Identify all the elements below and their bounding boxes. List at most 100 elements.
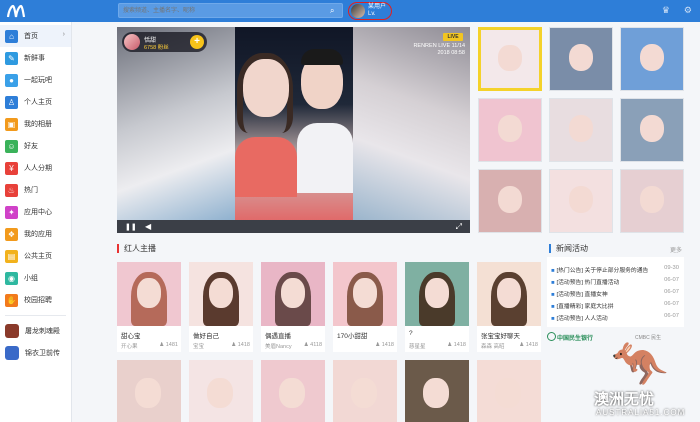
sidebar-item-label: 个人主页 bbox=[24, 99, 52, 106]
sidebar-item-label: 热门 bbox=[24, 187, 38, 194]
sidebar-item-label: 我的相册 bbox=[24, 121, 52, 128]
bullet-icon: ■ bbox=[551, 316, 555, 322]
anchor-cover[interactable] bbox=[477, 360, 541, 422]
user-profile[interactable]: 某用户 Lv. bbox=[348, 2, 392, 20]
anchor-cover[interactable] bbox=[117, 360, 181, 422]
cover-figure bbox=[137, 278, 161, 308]
sidebar-item-home[interactable]: ⌂ 首页 › bbox=[0, 25, 71, 47]
anchor-cover[interactable] bbox=[477, 262, 541, 326]
sidebar-game[interactable]: 锦衣卫前传 bbox=[0, 342, 71, 364]
anchor-cover[interactable] bbox=[405, 360, 469, 422]
anchor-title: ? bbox=[409, 330, 413, 337]
news-item[interactable]: ■ [活动预告] 人人活动 06-07 bbox=[551, 313, 679, 322]
crown-icon[interactable]: ♛ bbox=[662, 5, 670, 16]
hot-anchors-heading: 红人主播 bbox=[117, 243, 156, 254]
search-icon[interactable]: ⌕ bbox=[330, 6, 339, 15]
sidebar-game-label: 屠龙刺魂殿 bbox=[25, 328, 60, 335]
anchor-avatar[interactable] bbox=[124, 34, 140, 50]
news-item[interactable]: ■ [活动预告] 热门直播活动 06-07 bbox=[551, 277, 679, 286]
cover-figure bbox=[353, 278, 377, 308]
viewer-count: ♟ 4118 bbox=[304, 342, 322, 348]
news-item[interactable]: ■ [活动预告] 直播女神 06-07 bbox=[551, 289, 679, 298]
anchor-cover[interactable] bbox=[117, 262, 181, 326]
live-thumbnail[interactable] bbox=[478, 98, 542, 162]
video-figure bbox=[243, 59, 289, 117]
fullscreen-icon[interactable]: ⤢ bbox=[456, 222, 462, 232]
gear-icon[interactable]: ⚙ bbox=[684, 5, 692, 16]
anchor-cover[interactable] bbox=[261, 360, 325, 422]
anchor-cover[interactable] bbox=[333, 360, 397, 422]
thumbnail-figure bbox=[497, 114, 523, 143]
search-input[interactable] bbox=[119, 4, 324, 17]
play-icon: ● bbox=[5, 73, 18, 87]
news-item[interactable]: ■ [热门公告] 关于停止部分服务的通告 09-30 bbox=[551, 265, 679, 274]
player-controls: ❚❚ ◀ ⤢ bbox=[117, 220, 470, 233]
anchor-card-item[interactable]: 张宝宝好聊天 森森 高昭 ♟ 1418 bbox=[477, 262, 541, 352]
heading-bar bbox=[117, 244, 119, 253]
cover-figure bbox=[279, 378, 305, 408]
live-video[interactable] bbox=[235, 27, 353, 220]
anchor-card-item[interactable]: ? 慈星星 ♟ 1418 bbox=[405, 262, 469, 352]
viewer-count: ♟ 1418 bbox=[375, 342, 394, 348]
live-info: RENREN LIVE 11/14 2018 08:58 bbox=[395, 43, 465, 57]
pause-icon[interactable]: ❚❚ bbox=[125, 223, 137, 231]
live-thumbnail[interactable] bbox=[478, 169, 542, 233]
live-thumbnail[interactable] bbox=[549, 169, 613, 233]
album-icon: ▣ bbox=[5, 117, 18, 131]
news-text: [活动预告] 直播女神 bbox=[556, 292, 608, 298]
more-link[interactable]: 更多 bbox=[670, 245, 682, 254]
group-icon: ◉ bbox=[5, 271, 18, 285]
live-thumbnail[interactable] bbox=[620, 27, 684, 91]
live-thumbnail[interactable] bbox=[620, 98, 684, 162]
sidebar-item-album[interactable]: ▣ 我的相册 bbox=[0, 113, 71, 135]
game-guard-icon bbox=[5, 346, 19, 360]
live-thumbnail[interactable] bbox=[549, 98, 613, 162]
anchor-cover[interactable] bbox=[405, 262, 469, 326]
sidebar-game-label: 锦衣卫前传 bbox=[25, 350, 60, 357]
sidebar-item-person[interactable]: ♙ 个人主页 bbox=[0, 91, 71, 113]
sidebar-item-hot[interactable]: ♨ 热门 bbox=[0, 179, 71, 201]
volume-icon[interactable]: ◀ bbox=[145, 222, 151, 231]
sidebar-item-play[interactable]: ● 一起玩吧 bbox=[0, 69, 71, 91]
anchor-cover[interactable] bbox=[189, 360, 253, 422]
cover-figure bbox=[495, 378, 521, 408]
sidebar-item-group[interactable]: ◉ 小组 bbox=[0, 267, 71, 289]
sidebar-item-myapps[interactable]: ❖ 我的应用 bbox=[0, 223, 71, 245]
heading-bar bbox=[549, 244, 551, 253]
video-figure bbox=[297, 123, 353, 193]
sidebar-item-public-page[interactable]: ▤ 公共主页 bbox=[0, 245, 71, 267]
news-date: 06-07 bbox=[664, 313, 679, 319]
anchor-card-item[interactable]: 甜心宝 开心果 ♟ 1481 bbox=[117, 262, 181, 352]
live-thumbnail[interactable] bbox=[620, 169, 684, 233]
sidebar-item-campus[interactable]: ✋ 校园招聘 bbox=[0, 289, 71, 311]
viewer-count-value: 1418 bbox=[453, 342, 466, 348]
avatar[interactable] bbox=[351, 4, 365, 18]
anchor-card-item[interactable]: 170小甜甜 ♟ 1418 bbox=[333, 262, 397, 352]
sidebar-item-news[interactable]: ✎ 新鲜事 bbox=[0, 47, 71, 69]
cover-figure bbox=[351, 378, 377, 408]
live-thumbnail[interactable] bbox=[478, 27, 542, 91]
live-thumbnail[interactable] bbox=[549, 27, 613, 91]
anchor-card[interactable]: 恬甜 6758 粉丝 + bbox=[122, 32, 207, 52]
renren-logo[interactable] bbox=[6, 3, 26, 19]
follow-button[interactable]: + bbox=[190, 35, 204, 49]
viewer-count: ♟ 1418 bbox=[519, 342, 538, 348]
sidebar-item-label: 小组 bbox=[24, 275, 38, 282]
anchor-cover[interactable] bbox=[333, 262, 397, 326]
sidebar-divider bbox=[5, 315, 66, 316]
cover-figure bbox=[209, 278, 233, 308]
anchor-name: 慈星星 bbox=[409, 344, 426, 350]
anchor-cover[interactable] bbox=[189, 262, 253, 326]
sidebar-item-apps[interactable]: ✦ 应用中心 bbox=[0, 201, 71, 223]
thumbnail-figure bbox=[568, 185, 594, 214]
sidebar-item-label: 新鲜事 bbox=[24, 55, 45, 62]
sidebar-item-installment[interactable]: ¥ 人人分期 bbox=[0, 157, 71, 179]
anchor-card-item[interactable]: 偶遇直播 美眉Nancy ♟ 4118 bbox=[261, 262, 325, 352]
news-item[interactable]: ■ [直播精彩] 家庭大比拼 06-07 bbox=[551, 301, 679, 310]
anchor-card-item[interactable]: 做好自己 宝宝 ♟ 1418 bbox=[189, 262, 253, 352]
anchor-cover[interactable] bbox=[261, 262, 325, 326]
sidebar-game[interactable]: 屠龙刺魂殿 bbox=[0, 320, 71, 342]
live-player[interactable]: 恬甜 6758 粉丝 + bbox=[117, 27, 470, 233]
news-text: [活动预告] 热门直播活动 bbox=[556, 280, 620, 286]
sidebar-item-friends[interactable]: ☺ 好友 bbox=[0, 135, 71, 157]
